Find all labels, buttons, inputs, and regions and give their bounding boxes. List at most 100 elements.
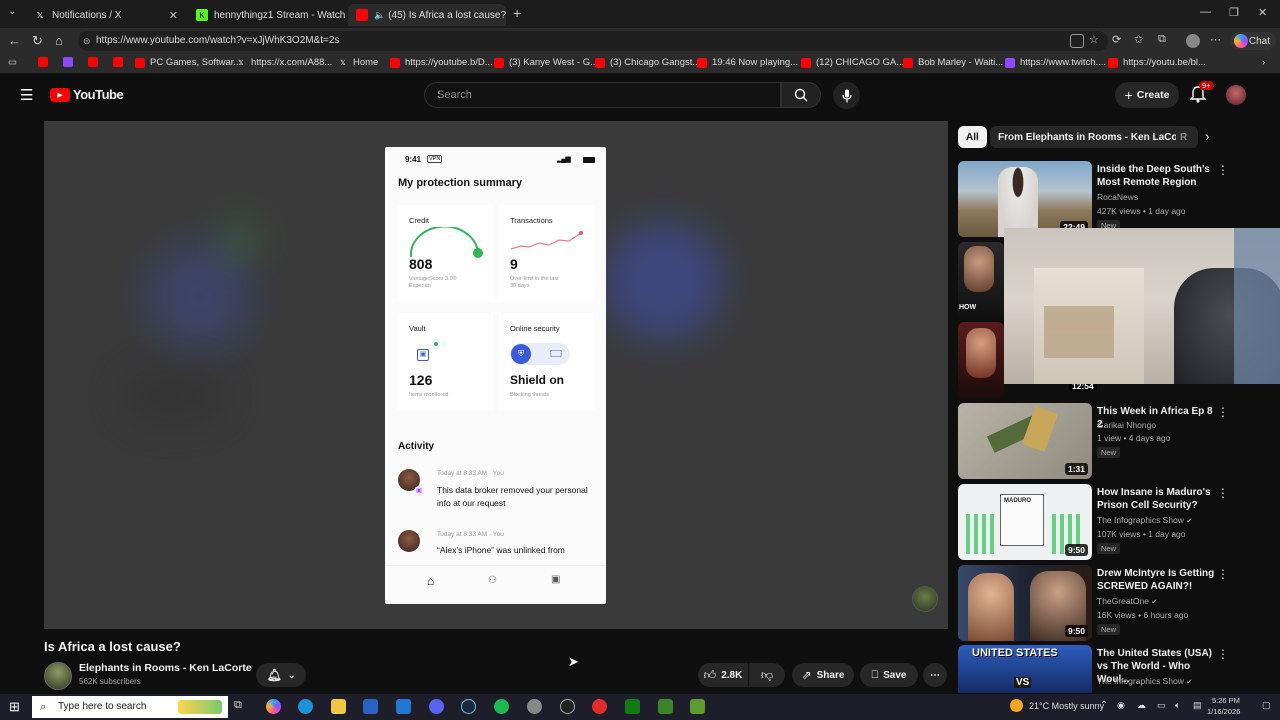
bookmark-item[interactable]: https://www.twitch.... [1005, 57, 1106, 68]
more-vert-icon[interactable]: ⋮ [1217, 567, 1229, 581]
bookmark-item[interactable]: 𝕏https://x.com/A88... [236, 57, 332, 68]
favorite-star-icon[interactable]: ☆ [1089, 33, 1099, 46]
refresh-icon[interactable]: ↻ [32, 33, 43, 49]
people-icon[interactable]: ⚇ [488, 575, 497, 586]
video-thumbnail[interactable] [958, 322, 1004, 398]
tray-app-icon[interactable]: ◉ [1117, 700, 1125, 711]
recommendation-title[interactable]: Drew McIntyre Is Getting SCREWED AGAIN?! [1097, 567, 1215, 593]
bookmark-item[interactable]: 𝕏 Home [338, 57, 378, 68]
copilot-icon[interactable] [266, 699, 281, 714]
task-view-icon[interactable]: ⧉ [234, 699, 242, 712]
onedrive-icon[interactable]: ☁ [1137, 700, 1146, 711]
bookmark-item[interactable] [113, 57, 128, 67]
steam-icon[interactable] [461, 699, 476, 714]
video-thumbnail[interactable]: 9:50 [958, 565, 1092, 641]
vault-icon[interactable]: ▣ [551, 574, 560, 585]
recorder-icon[interactable] [592, 699, 607, 714]
maximize-icon[interactable]: ❐ [1229, 6, 1239, 19]
video-thumbnail[interactable]: 1:31 [958, 403, 1092, 479]
bookmark-folder-icon[interactable]: ▭ [8, 57, 17, 68]
home-icon[interactable]: ⌂ [55, 33, 63, 48]
tab-kick-stream[interactable]: K hennythingz1 Stream - Watch Liv ✕ [188, 4, 346, 26]
chip-from-channel[interactable]: From Elephants in Rooms - Ken LaCorte [990, 126, 1199, 148]
chip-all[interactable]: All [958, 126, 987, 148]
vault-card[interactable]: Vault ▣ 126 Items monitored [398, 313, 493, 410]
minimize-icon[interactable]: — [1200, 6, 1211, 18]
chip-related[interactable]: R [1176, 126, 1190, 148]
voice-search-button[interactable] [833, 82, 860, 109]
weather-sun-icon[interactable] [1010, 699, 1023, 712]
app-icon[interactable] [527, 699, 542, 714]
credit-card[interactable]: Credit 808 VantageScore 3.0® Experian [398, 205, 493, 302]
search-button[interactable] [781, 82, 821, 108]
clock-time[interactable]: 5:26 PM [1212, 696, 1240, 705]
recommendation-channel[interactable]: RocaNews [1097, 192, 1138, 202]
back-icon[interactable]: ← [8, 33, 21, 48]
shield-toggle[interactable]: ⛨ [510, 343, 570, 365]
site-info-icon[interactable]: ⊜ [83, 31, 91, 51]
notification-center-icon[interactable]: ▢ [1262, 700, 1271, 711]
more-actions-button[interactable]: ⋯ [923, 663, 947, 687]
copilot-chat-button[interactable]: Chat [1230, 32, 1276, 50]
edge-browser-icon[interactable] [298, 699, 313, 714]
video-thumbnail[interactable]: HOW [958, 242, 1004, 318]
xbox-icon[interactable] [625, 699, 640, 714]
profile-avatar-icon[interactable] [1186, 34, 1200, 48]
recommendation-title[interactable]: Inside the Deep South's Most Remote Regi… [1097, 163, 1215, 189]
recommendation-channel[interactable]: The Infographics Show ✔ [1097, 515, 1192, 525]
bookmark-item[interactable]: Bob Marley - Waiti... [903, 57, 1003, 68]
volume-icon[interactable]: 🔈︎ [1175, 700, 1180, 711]
store-icon[interactable] [363, 699, 378, 714]
split-screen-icon[interactable]: ⟳ [1112, 33, 1121, 46]
video-thumbnail[interactable]: UNITED STATES VS [958, 645, 1092, 693]
channel-watermark-icon[interactable] [912, 586, 938, 612]
bookmark-item[interactable] [63, 57, 78, 67]
weather-text[interactable]: 21°C Mostly sunny [1029, 701, 1104, 711]
recommendation-title[interactable]: How Insane is Maduro's Prison Cell Secur… [1097, 486, 1215, 512]
channel-name[interactable]: Elephants in Rooms - Ken LaCorte [79, 662, 252, 674]
more-vert-icon[interactable]: ⋮ [1217, 647, 1229, 661]
taskbar-search-input[interactable]: ⌕ Type here to search [32, 696, 228, 718]
close-window-icon[interactable]: ✕ [1258, 6, 1267, 19]
video-thumbnail[interactable]: MADURO 9:50 [958, 484, 1092, 560]
activity-item[interactable]: ▣ Today at 8:33 AM · You This data broke… [398, 469, 598, 514]
address-bar[interactable]: ⊜ https://www.youtube.com/watch?v=xJjWhK… [78, 31, 1108, 51]
tab-youtube-video[interactable]: 🔈 (45) Is Africa a lost cause? - Y ✕ [348, 4, 506, 26]
youtube-logo[interactable]: ▶ YouTube [50, 87, 124, 102]
windows-start-icon[interactable]: ⊞ [9, 699, 20, 715]
home-icon[interactable]: ⌂ [427, 574, 434, 588]
transactions-card[interactable]: Transactions 9 Over-limit in the last 30… [499, 205, 594, 302]
activity-item[interactable]: Today at 8:33 AM · You “Alex’s iPhone” w… [398, 530, 598, 560]
bookmark-item[interactable]: 19:46 Now playing... [697, 57, 798, 68]
spotify-icon[interactable] [494, 699, 509, 714]
minecraft-icon[interactable] [658, 699, 673, 714]
more-vert-icon[interactable]: ⋮ [1217, 405, 1229, 419]
notifications-button[interactable]: 9+ [1189, 81, 1214, 108]
bookmark-item[interactable] [38, 57, 53, 67]
share-button[interactable]: ⇗ Share [792, 663, 854, 687]
hamburger-menu-icon[interactable]: ☰ [20, 86, 33, 104]
tab-list-chevron-icon[interactable]: ⌄ [8, 6, 16, 17]
more-vert-icon[interactable]: ⋮ [1217, 163, 1229, 177]
file-explorer-icon[interactable] [331, 699, 346, 714]
chevron-right-icon[interactable]: › [1205, 128, 1210, 144]
tray-overflow-icon[interactable]: ⌃ [1100, 700, 1108, 711]
favorites-icon[interactable]: ✩ [1134, 33, 1143, 46]
outlook-icon[interactable] [396, 699, 411, 714]
discord-icon[interactable] [429, 699, 444, 714]
recommendation-item[interactable]: MADURO 9:50 How Insane is Maduro's Priso… [957, 484, 1267, 560]
recommendation-channel[interactable]: TheGreatOne ✔ [1097, 596, 1157, 606]
collections-icon[interactable]: ⧉ [1158, 33, 1166, 46]
recommendation-item[interactable]: UNITED STATES VS The United States (USA)… [957, 645, 1267, 693]
recommendation-channel[interactable]: The Infographics Show ✔ [1097, 676, 1192, 686]
bookmark-item[interactable] [88, 57, 103, 67]
minecraft-launcher-icon[interactable] [690, 699, 705, 714]
bookmark-item[interactable]: https://youtube.b/D... [390, 57, 493, 68]
account-avatar[interactable] [1226, 85, 1246, 105]
recommendation-item[interactable]: 1:31 This Week in Africa Ep 8 2 Garikai … [957, 403, 1267, 479]
clock-date[interactable]: 1/16/2026 [1207, 707, 1240, 716]
new-tab-button[interactable]: + [513, 5, 521, 21]
recommendation-item[interactable]: 9:50 Drew McIntyre Is Getting SCREWED AG… [957, 565, 1267, 641]
more-bookmarks-icon[interactable]: › [1262, 57, 1265, 68]
channel-avatar[interactable] [44, 662, 72, 690]
